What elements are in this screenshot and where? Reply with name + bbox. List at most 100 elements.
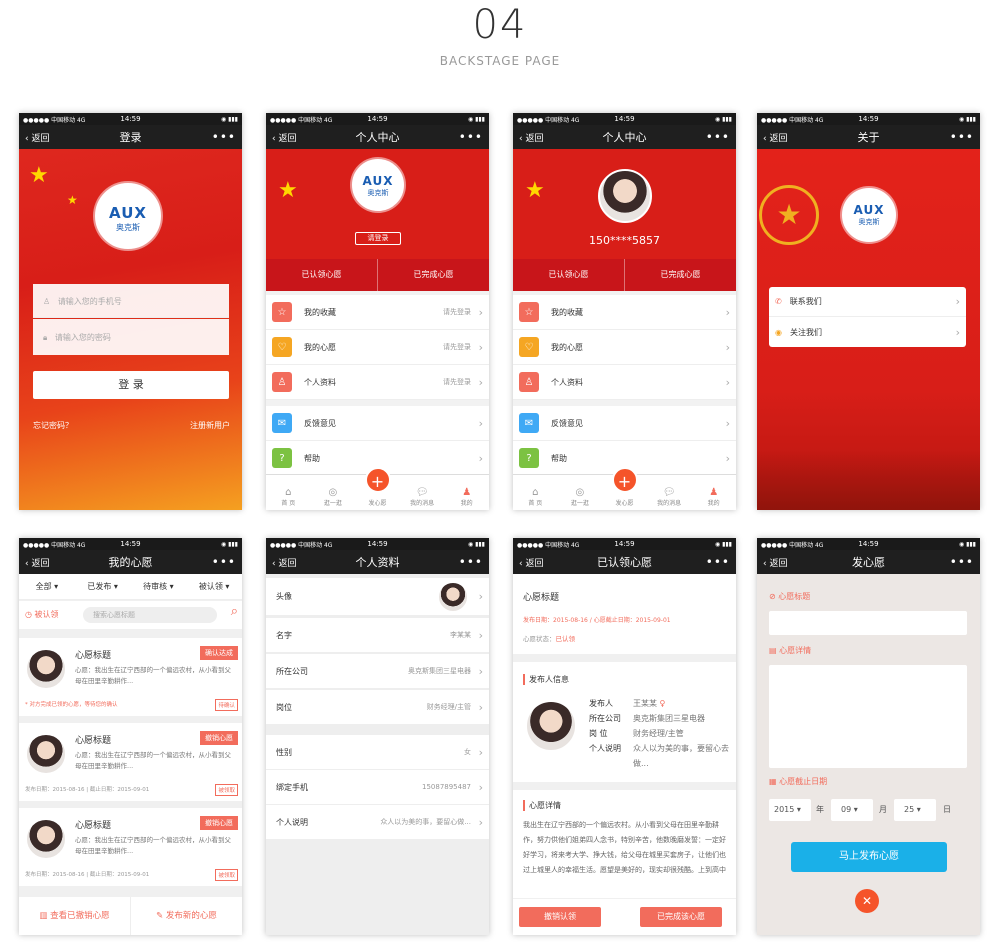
- claimed-filter[interactable]: ◷ 被认领: [25, 609, 59, 620]
- tab-wish[interactable]: + 发心愿: [606, 467, 642, 507]
- more-icon[interactable]: •••: [950, 130, 974, 144]
- cancel-claim-button[interactable]: 撤销认领: [519, 907, 601, 927]
- close-icon[interactable]: ✕: [855, 889, 879, 913]
- menu-feedback[interactable]: ✉ 反馈意见 ›: [266, 406, 489, 441]
- revoke-button[interactable]: 撤销心愿: [200, 816, 238, 830]
- tab-messages[interactable]: 💬︎ 我的消息: [651, 487, 687, 507]
- title-input[interactable]: [769, 611, 967, 635]
- more-icon[interactable]: •••: [459, 555, 483, 569]
- chevron-right-icon: ›: [478, 815, 483, 829]
- status-bar: ●●●●● 中国移动 4G 14:59 ◉ ▮▮▮: [757, 538, 980, 550]
- wish-card[interactable]: 心愿标题 撤销心愿 心愿：我出生在辽宁西部的一个偏远农村，从小看到父母在田里辛勤…: [19, 723, 242, 801]
- tab-explore[interactable]: ◎ 逛一逛: [562, 487, 598, 507]
- avatar: [25, 733, 67, 775]
- deadline-label: ▦ 心愿截止日期: [769, 777, 828, 786]
- login-button[interactable]: 登 录: [33, 371, 229, 399]
- more-icon[interactable]: •••: [950, 555, 974, 569]
- menu-feedback[interactable]: ✉ 反馈意见 ›: [513, 406, 736, 441]
- profile-gender-row[interactable]: 性别女 ›: [266, 735, 489, 770]
- confirm-button[interactable]: 确认达成: [200, 646, 238, 660]
- filter-claimed[interactable]: 被认领 ▾: [186, 574, 242, 599]
- back-button[interactable]: ‹ 返回: [519, 131, 543, 144]
- section-subtitle: BACKSTAGE PAGE: [439, 54, 561, 68]
- profile-bio-row[interactable]: 个人说明 众人以为美的事，要留心做... ›: [266, 805, 489, 840]
- search-icon[interactable]: ⌕: [231, 604, 238, 619]
- back-button[interactable]: ‹ 返回: [272, 131, 296, 144]
- tab-completed[interactable]: 已完成心愿: [378, 259, 489, 291]
- home-icon: ⌂: [532, 487, 539, 498]
- tab-claimed[interactable]: 已认领心愿: [266, 259, 378, 291]
- forgot-password-link[interactable]: 忘记密码？: [33, 420, 73, 431]
- menu-list: ☆ 我的收藏 › ♡ 我的心愿 › ♙ 个人资料 ›: [513, 295, 736, 400]
- password-field[interactable]: 🔒︎ 请输入您的密码: [33, 319, 229, 355]
- login-screen: ●●●●● 中国移动 4G 14:59 ◉ ▮▮▮ ‹ 返回 登录 ••• ★ ★ …: [19, 113, 242, 510]
- chevron-right-icon: ›: [478, 664, 483, 678]
- avatar[interactable]: [598, 169, 652, 223]
- publish-button[interactable]: 马上发布心愿: [791, 842, 947, 872]
- year-select[interactable]: 2015 ▾: [769, 799, 811, 821]
- search-input[interactable]: 搜索心愿标题: [83, 607, 217, 623]
- tab-wish[interactable]: + 发心愿: [359, 467, 395, 507]
- revoke-button[interactable]: 撤销心愿: [200, 731, 238, 745]
- status-bar: ●●●●● 中国移动 4G 14:59 ◉ ▮▮▮: [513, 113, 736, 125]
- back-button[interactable]: ‹ 返回: [763, 131, 787, 144]
- menu-profile[interactable]: ♙ 个人资料 ›: [513, 365, 736, 400]
- profile-name-row[interactable]: 名字 李某某 ›: [266, 618, 489, 653]
- chat-icon: 💬︎: [415, 487, 429, 498]
- more-icon[interactable]: •••: [212, 130, 236, 144]
- menu-my-wish[interactable]: ♡ 我的心愿 请先登录 ›: [266, 330, 489, 365]
- publish-new-button[interactable]: ✎ 发布新的心愿: [131, 897, 242, 935]
- bottom-actions: 撤销认领 已完成该心愿: [513, 899, 736, 935]
- day-select[interactable]: 25 ▾: [894, 799, 936, 821]
- wish-card[interactable]: 心愿标题 撤销心愿 心愿：我出生在辽宁西部的一个偏远农村，从小看到父母在田里辛勤…: [19, 808, 242, 886]
- register-link[interactable]: 注册新用户: [190, 420, 230, 431]
- section-heading: 发布人信息: [523, 674, 569, 685]
- wish-card[interactable]: 心愿标题 确认达成 心愿：我出生在辽宁西部的一个偏远农村，从小看到父母在田里辛勤…: [19, 638, 242, 716]
- menu-favorites[interactable]: ☆ 我的收藏 ›: [513, 295, 736, 330]
- chevron-right-icon: ›: [478, 628, 483, 642]
- back-button[interactable]: ‹ 返回: [519, 556, 543, 569]
- center-guest-screen: ●●●●● 中国移动 4G 14:59 ◉ ▮▮▮ ‹ 返回 个人中心 ••• ★ …: [266, 113, 489, 510]
- contact-us[interactable]: ✆ 联系我们 ›: [769, 287, 966, 317]
- menu-profile[interactable]: ♙ 个人资料 请先登录 ›: [266, 365, 489, 400]
- mail-icon: ✉: [272, 413, 292, 433]
- profile-avatar-row[interactable]: 头像 ›: [266, 578, 489, 616]
- more-icon[interactable]: •••: [459, 130, 483, 144]
- filter-pending[interactable]: 待审核 ▾: [131, 574, 187, 599]
- more-icon[interactable]: •••: [706, 555, 730, 569]
- phone-field[interactable]: ♙ 请输入您的手机号: [33, 284, 229, 318]
- profile-position-row[interactable]: 岗位 财务经理/主管 ›: [266, 690, 489, 725]
- heart-icon: ♡: [519, 337, 539, 357]
- nav-bar: ‹ 返回 关于 •••: [757, 125, 980, 149]
- chat-icon: 💬︎: [662, 487, 676, 498]
- filter-published[interactable]: 已发布 ▾: [75, 574, 131, 599]
- more-icon[interactable]: •••: [212, 555, 236, 569]
- login-button[interactable]: 请登录: [355, 232, 401, 245]
- tab-home[interactable]: ⌂ 首 页: [270, 487, 306, 507]
- more-icon[interactable]: •••: [706, 130, 730, 144]
- menu-favorites[interactable]: ☆ 我的收藏 请先登录 ›: [266, 295, 489, 330]
- detail-textarea[interactable]: [769, 665, 967, 768]
- tab-messages[interactable]: 💬︎ 我的消息: [404, 487, 440, 507]
- menu-my-wish[interactable]: ♡ 我的心愿 ›: [513, 330, 736, 365]
- tab-completed[interactable]: 已完成心愿: [625, 259, 736, 291]
- back-button[interactable]: ‹ 返回: [763, 556, 787, 569]
- section-number: 04: [472, 2, 528, 48]
- complete-wish-button[interactable]: 已完成该心愿: [640, 907, 722, 927]
- filter-all[interactable]: 全部 ▾: [19, 574, 75, 599]
- follow-us[interactable]: ◉ 关注我们 ›: [769, 317, 966, 347]
- wish-dates: 发布日期：2015-08-16 / 心愿截止日期：2015-09-01: [523, 617, 671, 624]
- nav-bar: ‹ 返回 登录 •••: [19, 125, 242, 149]
- tab-explore[interactable]: ◎ 逛一逛: [315, 487, 351, 507]
- profile-phone-row[interactable]: 绑定手机 15087895487 ›: [266, 770, 489, 805]
- back-button[interactable]: ‹ 返回: [25, 131, 49, 144]
- back-button[interactable]: ‹ 返回: [25, 556, 49, 569]
- profile-company-row[interactable]: 所在公司 奥克斯集团三星电器 ›: [266, 654, 489, 689]
- tab-mine[interactable]: ♟ 我的: [449, 487, 485, 507]
- view-revoked-button[interactable]: ▥ 查看已撤销心愿: [19, 897, 131, 935]
- tab-claimed[interactable]: 已认领心愿: [513, 259, 625, 291]
- tab-mine[interactable]: ♟ 我的: [696, 487, 732, 507]
- back-button[interactable]: ‹ 返回: [272, 556, 296, 569]
- month-select[interactable]: 09 ▾: [831, 799, 873, 821]
- tab-home[interactable]: ⌂ 首 页: [517, 487, 553, 507]
